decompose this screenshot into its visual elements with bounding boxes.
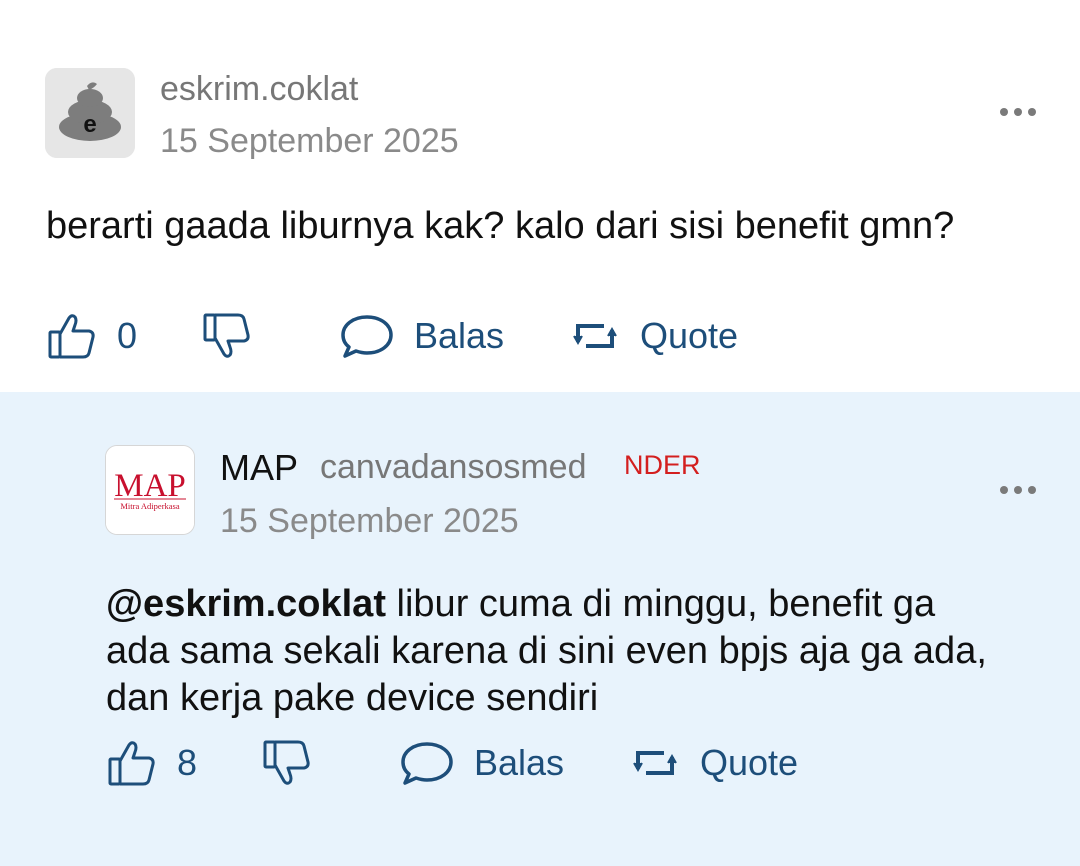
logo-subtext: Mitra Adiperkasa [120, 501, 179, 511]
more-options-icon[interactable] [998, 482, 1038, 498]
mention-link[interactable]: @eskrim.coklat [106, 583, 386, 625]
reply-button[interactable]: Balas [339, 312, 504, 360]
display-name[interactable]: MAP [220, 447, 298, 489]
reply-button[interactable]: Balas [399, 739, 564, 787]
username[interactable]: eskrim.coklat [160, 70, 358, 109]
more-options-icon[interactable] [998, 104, 1038, 120]
like-count: 8 [177, 742, 198, 783]
quote-label: Quote [640, 315, 739, 356]
thumbs-up-icon [108, 741, 155, 786]
poop-avatar-icon: e [45, 68, 135, 158]
post-eskrim-coklat: e eskrim.coklat 15 September 2025 berart… [0, 0, 1080, 392]
repost-icon [633, 751, 677, 775]
dislike-button[interactable] [202, 312, 252, 360]
reply-label: Balas [474, 742, 565, 783]
post-body: @eskrim.coklat libur cuma di minggu, ben… [106, 581, 1006, 722]
speech-bubble-icon [401, 742, 453, 785]
post-date: 15 September 2025 [220, 502, 519, 540]
user-badge: NDER [624, 450, 701, 480]
thumbs-down-icon [203, 313, 250, 358]
reply-label: Balas [414, 315, 505, 356]
avatar[interactable]: MAP Mitra Adiperkasa [105, 445, 195, 535]
post-body: berarti gaada liburnya kak? kalo dari si… [46, 205, 955, 247]
avatar[interactable]: e [45, 68, 135, 158]
reply-post-map: MAP Mitra Adiperkasa MAP canvadansosmed … [0, 392, 1080, 866]
like-button[interactable]: 0 [47, 312, 137, 360]
dislike-button[interactable] [262, 739, 312, 787]
post-date: 15 September 2025 [160, 122, 459, 160]
quote-button[interactable]: Quote [572, 312, 738, 360]
quote-button[interactable]: Quote [632, 739, 798, 787]
avatar-letter: e [83, 111, 96, 138]
username[interactable]: canvadansosmed [320, 448, 587, 487]
thumbs-up-icon [48, 314, 95, 359]
like-count: 0 [117, 315, 138, 356]
repost-icon [573, 324, 617, 348]
map-logo: MAP Mitra Adiperkasa [106, 446, 194, 534]
quote-label: Quote [700, 742, 799, 783]
thumbs-down-icon [263, 740, 310, 785]
like-button[interactable]: 8 [107, 739, 197, 787]
speech-bubble-icon [341, 315, 393, 358]
